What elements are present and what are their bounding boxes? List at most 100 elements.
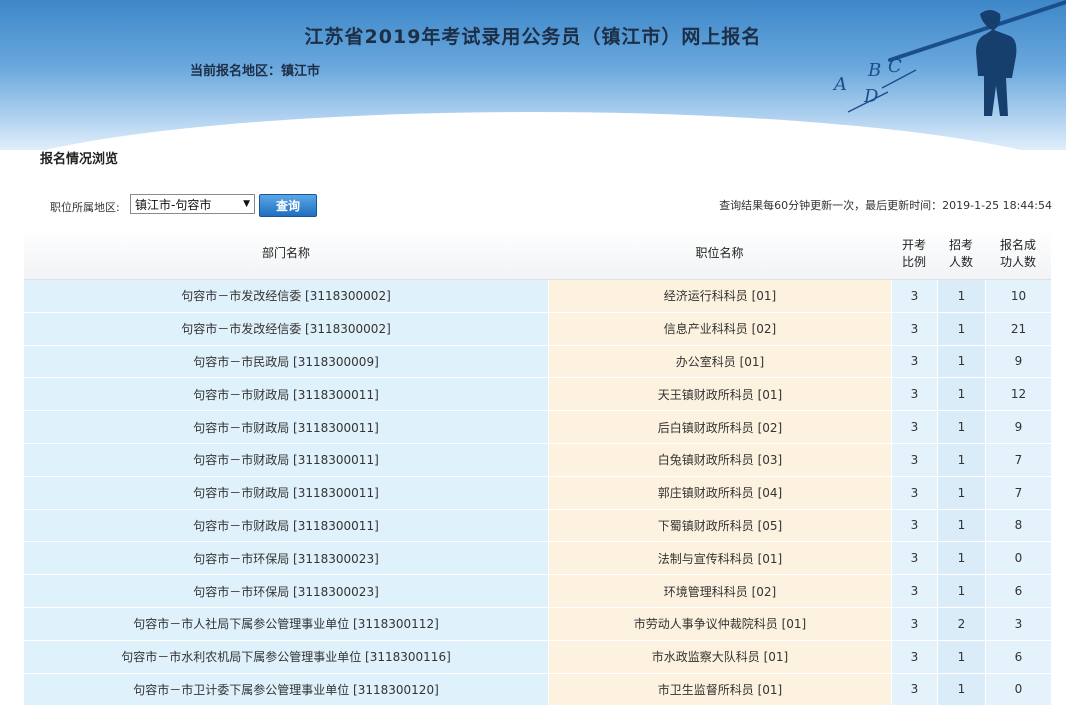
cell-applied: 9 bbox=[985, 345, 1051, 378]
cell-hire: 1 bbox=[937, 443, 985, 476]
cell-dept: 句容市－市财政局 [3118300011] bbox=[24, 443, 548, 476]
cell-ratio: 3 bbox=[891, 509, 937, 542]
cell-ratio: 3 bbox=[891, 476, 937, 509]
cell-ratio: 3 bbox=[891, 542, 937, 575]
table-row: 句容市－市财政局 [3118300011] 后白镇财政所科员 [02] 3 1 9 bbox=[24, 411, 1051, 444]
col-header-ratio: 开考 比例 bbox=[901, 237, 926, 269]
cell-dept: 句容市－市环保局 [3118300023] bbox=[24, 542, 548, 575]
col-header-hire: 招考 人数 bbox=[948, 237, 973, 269]
table-row: 句容市－市财政局 [3118300011] 下蜀镇财政所科员 [05] 3 1 8 bbox=[24, 509, 1051, 543]
table-row: 句容市－市发改经信委 [3118300002] 信息产业科科员 [02] 3 1 21 bbox=[24, 312, 1051, 346]
cell-position: 市卫生监督所科员 [01] bbox=[548, 673, 891, 706]
table-row: 句容市－市发改经信委 [3118300002] 经济运行科科员 [01] 3 1 10 bbox=[24, 280, 1051, 313]
cell-hire: 1 bbox=[937, 345, 985, 378]
cell-dept: 句容市－市财政局 [3118300011] bbox=[24, 509, 548, 542]
cell-dept: 句容市－市环保局 [3118300023] bbox=[24, 575, 548, 607]
cell-hire: 1 bbox=[937, 673, 985, 706]
region-select[interactable]: 镇江市-句容市 ▼ bbox=[130, 194, 255, 214]
cell-position: 法制与宣传科科员 [01] bbox=[548, 542, 891, 575]
col-header-applied: 报名成 功人数 bbox=[999, 237, 1036, 269]
cell-applied: 0 bbox=[985, 673, 1051, 706]
cell-applied: 0 bbox=[985, 542, 1051, 575]
cell-ratio: 3 bbox=[891, 280, 937, 312]
cell-hire: 1 bbox=[937, 509, 985, 542]
cell-ratio: 3 bbox=[891, 345, 937, 378]
region-select-value: 镇江市-句容市 bbox=[135, 197, 212, 212]
cell-ratio: 3 bbox=[891, 443, 937, 476]
art-letter-b: B bbox=[867, 60, 881, 81]
table-row: 句容市－市民政局 [3118300009] 办公室科员 [01] 3 1 9 bbox=[24, 345, 1051, 379]
cell-dept: 句容市－市财政局 [3118300011] bbox=[24, 378, 548, 411]
cell-applied: 8 bbox=[985, 509, 1051, 542]
header-banner: 江苏省2019年考试录用公务员（镇江市）网上报名 当前报名地区：镇江市 A B … bbox=[0, 0, 1066, 150]
cell-applied: 3 bbox=[985, 607, 1051, 640]
cell-position: 办公室科员 [01] bbox=[548, 345, 891, 378]
cell-dept: 句容市－市卫计委下属参公管理事业单位 [3118300120] bbox=[24, 673, 548, 706]
update-info: 查询结果每60分钟更新一次，最后更新时间：2019-1-25 18:44:54 bbox=[719, 199, 1052, 212]
cell-applied: 12 bbox=[985, 378, 1051, 411]
table-row: 句容市－市人社局下属参公管理事业单位 [3118300112] 市劳动人事争议仲裁… bbox=[24, 607, 1051, 641]
cell-dept: 句容市－市财政局 [3118300011] bbox=[24, 476, 548, 509]
cell-ratio: 3 bbox=[891, 640, 937, 673]
table-header: 部门名称 职位名称 开考 比例 招考 人数 报名成 功人数 bbox=[24, 228, 1051, 280]
table-row: 句容市－市环保局 [3118300023] 法制与宣传科科员 [01] 3 1 0 bbox=[24, 542, 1051, 576]
cell-ratio: 3 bbox=[891, 673, 937, 706]
cell-applied: 10 bbox=[985, 280, 1051, 312]
query-button[interactable]: 查询 bbox=[259, 194, 317, 217]
section-title: 报名情况浏览 bbox=[40, 152, 119, 167]
art-letter-a: A bbox=[832, 74, 847, 95]
cell-dept: 句容市－市财政局 [3118300011] bbox=[24, 411, 548, 443]
cell-position: 白兔镇财政所科员 [03] bbox=[548, 443, 891, 476]
art-letter-d: D bbox=[863, 86, 879, 107]
cell-applied: 6 bbox=[985, 575, 1051, 607]
cell-dept: 句容市－市水利农机局下属参公管理事业单位 [3118300116] bbox=[24, 640, 548, 673]
table-row: 句容市－市财政局 [3118300011] 白兔镇财政所科员 [03] 3 1 7 bbox=[24, 443, 1051, 477]
cell-position: 天王镇财政所科员 [01] bbox=[548, 378, 891, 411]
table-row: 句容市－市财政局 [3118300011] 郭庄镇财政所科员 [04] 3 1 7 bbox=[24, 476, 1051, 510]
cell-dept: 句容市－市发改经信委 [3118300002] bbox=[24, 312, 548, 345]
cell-dept: 句容市－市民政局 [3118300009] bbox=[24, 345, 548, 378]
table-row: 句容市－市环保局 [3118300023] 环境管理科科员 [02] 3 1 6 bbox=[24, 575, 1051, 608]
cell-hire: 1 bbox=[937, 312, 985, 345]
cell-hire: 1 bbox=[937, 575, 985, 607]
cell-hire: 1 bbox=[937, 476, 985, 509]
cell-position: 后白镇财政所科员 [02] bbox=[548, 411, 891, 443]
cell-hire: 2 bbox=[937, 607, 985, 640]
col-header-position: 职位名称 bbox=[695, 246, 744, 260]
cell-dept: 句容市－市发改经信委 [3118300002] bbox=[24, 280, 548, 312]
cell-hire: 1 bbox=[937, 640, 985, 673]
cell-ratio: 3 bbox=[891, 575, 937, 607]
cell-ratio: 3 bbox=[891, 607, 937, 640]
cell-position: 市劳动人事争议仲裁院科员 [01] bbox=[548, 607, 891, 640]
pen-figure-illustration: A B C D bbox=[832, 0, 1066, 116]
cell-applied: 7 bbox=[985, 476, 1051, 509]
current-region: 当前报名地区：镇江市 bbox=[190, 64, 321, 79]
cell-applied: 9 bbox=[985, 411, 1051, 443]
cell-hire: 1 bbox=[937, 411, 985, 443]
art-letter-c: C bbox=[888, 56, 902, 77]
table-body: 句容市－市发改经信委 [3118300002] 经济运行科科员 [01] 3 1 10 句… bbox=[24, 280, 1051, 707]
cell-hire: 1 bbox=[937, 280, 985, 312]
cell-ratio: 3 bbox=[891, 411, 937, 443]
col-header-dept: 部门名称 bbox=[261, 246, 310, 260]
registration-table: 部门名称 职位名称 开考 比例 招考 人数 报名成 功人数 句容市－市发改经信委 [3… bbox=[24, 228, 1051, 707]
cell-position: 信息产业科科员 [02] bbox=[548, 312, 891, 345]
cell-hire: 1 bbox=[937, 542, 985, 575]
cell-position: 市水政监察大队科员 [01] bbox=[548, 640, 891, 673]
table-row: 句容市－市卫计委下属参公管理事业单位 [3118300120] 市卫生监督所科员 … bbox=[24, 673, 1051, 707]
cell-hire: 1 bbox=[937, 378, 985, 411]
chevron-down-icon: ▼ bbox=[243, 199, 250, 209]
cell-position: 经济运行科科员 [01] bbox=[548, 280, 891, 312]
cell-ratio: 3 bbox=[891, 378, 937, 411]
cell-ratio: 3 bbox=[891, 312, 937, 345]
cell-position: 下蜀镇财政所科员 [05] bbox=[548, 509, 891, 542]
cell-applied: 7 bbox=[985, 443, 1051, 476]
cell-position: 环境管理科科员 [02] bbox=[548, 575, 891, 607]
cell-applied: 6 bbox=[985, 640, 1051, 673]
cell-dept: 句容市－市人社局下属参公管理事业单位 [3118300112] bbox=[24, 607, 548, 640]
table-row: 句容市－市财政局 [3118300011] 天王镇财政所科员 [01] 3 1 12 bbox=[24, 378, 1051, 412]
table-row: 句容市－市水利农机局下属参公管理事业单位 [3118300116] 市水政监察大队… bbox=[24, 640, 1051, 674]
cell-position: 郭庄镇财政所科员 [04] bbox=[548, 476, 891, 509]
cell-applied: 21 bbox=[985, 312, 1051, 345]
region-filter-label: 职位所属地区: bbox=[50, 201, 120, 214]
